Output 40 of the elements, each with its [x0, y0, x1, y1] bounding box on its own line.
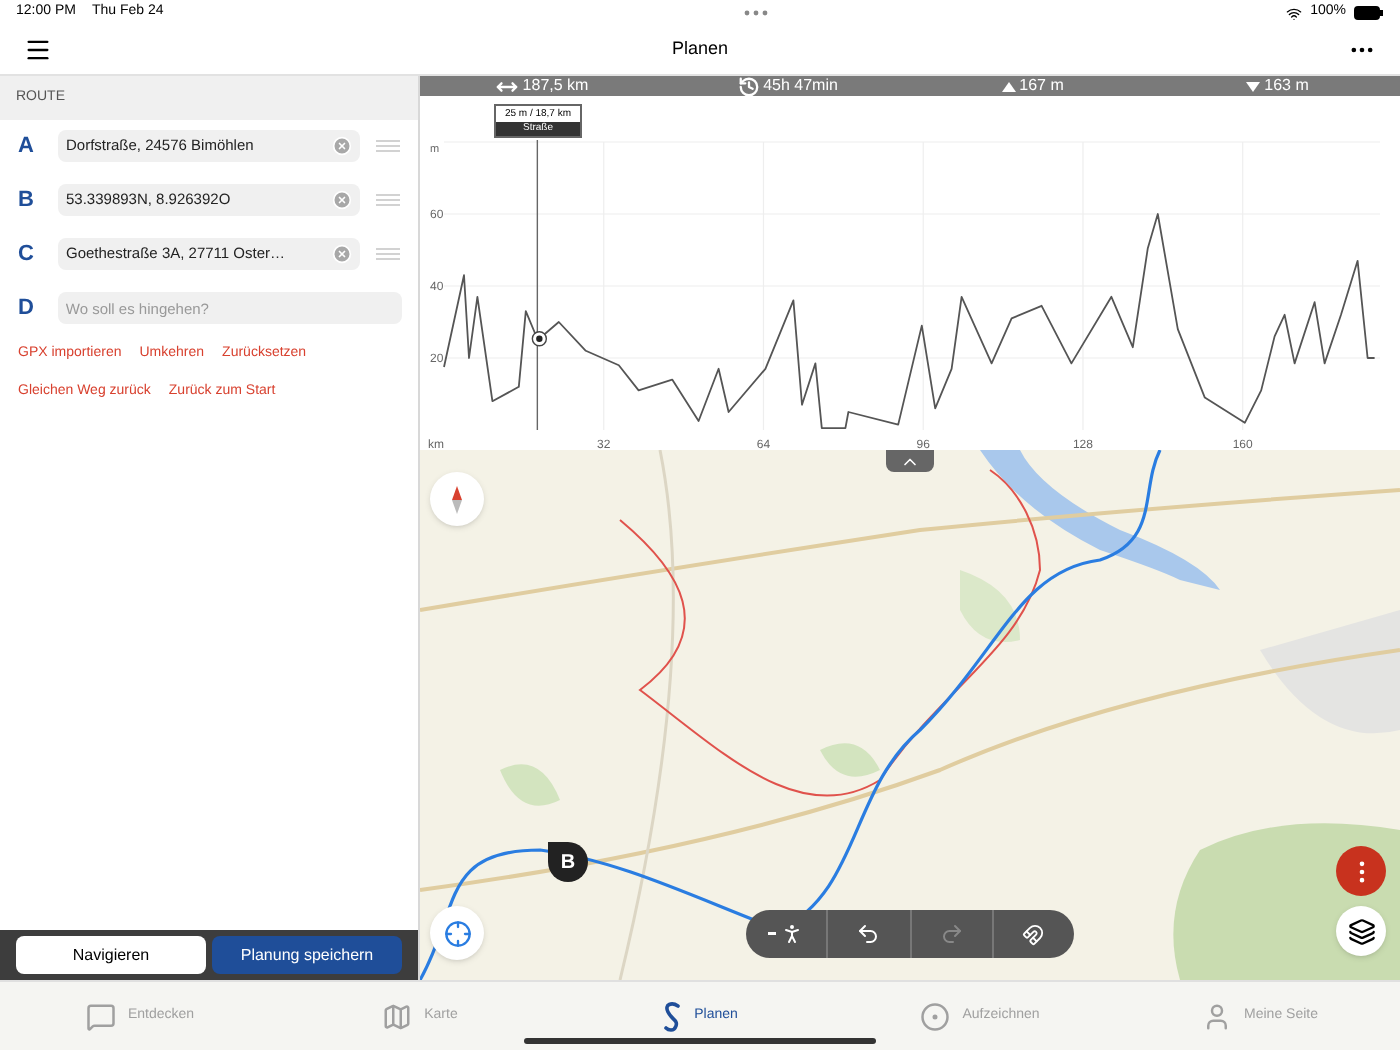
position-marker[interactable]: [531, 331, 548, 347]
route-icon: [662, 1001, 683, 1031]
clear-icon[interactable]: [332, 244, 352, 264]
page-title: Planen: [669, 36, 731, 63]
stat-value: 163 m: [1264, 74, 1309, 98]
collapse-button[interactable]: [886, 450, 934, 472]
down-triangle-icon: [1246, 81, 1261, 91]
stat-value: 167 m: [1019, 74, 1064, 98]
waypoint-letter: D: [18, 293, 36, 324]
waypoint-letter: B: [18, 185, 36, 216]
stat-value: 45h 47min: [763, 74, 838, 98]
navigate-button[interactable]: Navigieren: [16, 936, 206, 974]
up-triangle-icon: [1001, 81, 1016, 91]
cursor-line[interactable]: [536, 139, 539, 431]
waypoint-letter: C: [18, 239, 36, 270]
battery-icon: [1354, 6, 1384, 20]
map-icon: [382, 1001, 413, 1031]
clear-icon[interactable]: [332, 190, 352, 210]
redo-icon: [939, 922, 964, 946]
clear-icon[interactable]: [332, 136, 352, 156]
drag-handle-icon[interactable]: [376, 194, 400, 206]
person-icon: [1202, 1001, 1233, 1031]
undo-icon: [856, 922, 881, 946]
compass-icon: [452, 485, 462, 513]
waypoint-letter: A: [18, 131, 36, 162]
locate-icon: [443, 919, 471, 947]
stat-value: 187,5 km: [522, 74, 589, 98]
layers-icon: [1347, 917, 1375, 945]
clock-icon: [737, 75, 760, 97]
menu-icon: [24, 36, 52, 64]
menu-button[interactable]: [24, 36, 52, 64]
dots-icon: [743, 10, 768, 16]
wifi-icon: [1286, 5, 1303, 21]
drag-handle-icon[interactable]: [376, 140, 400, 152]
magnet-icon: [1022, 923, 1045, 945]
record-icon: [920, 1001, 951, 1031]
save-plan-button[interactable]: Planung speichern: [212, 936, 402, 974]
walking-mode-icon: [768, 922, 805, 946]
drag-handle-icon[interactable]: [376, 248, 400, 260]
speech-bubble-icon: [85, 1001, 116, 1031]
